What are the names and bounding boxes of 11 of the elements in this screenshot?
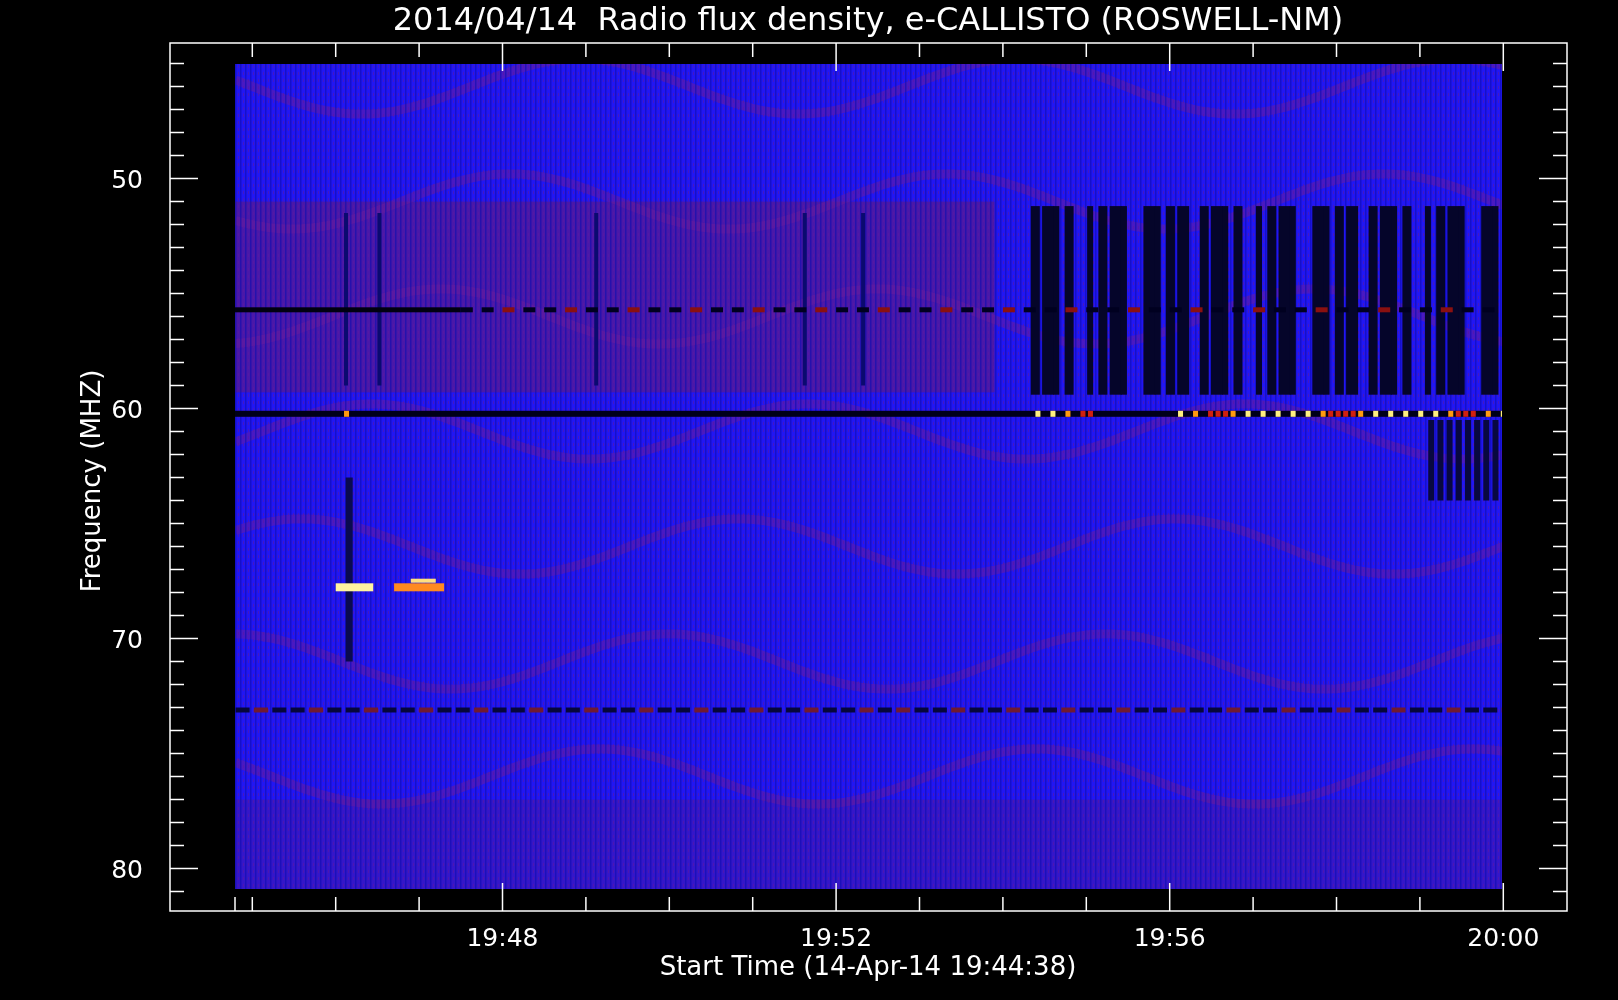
tick-label: 70 [111, 624, 143, 654]
chart-title: 2014/04/14 Radio flux density, e-CALLISTO (ROSWELL-NM) [392, 0, 1344, 38]
axis-label: Frequency (MHZ) [76, 369, 106, 593]
tick-label: 50 [111, 164, 143, 194]
tick-label: 19:56 [1133, 923, 1206, 952]
axis-label: Start Time (14-Apr-14 19:44:38) [659, 951, 1077, 981]
tick-label: 19:48 [466, 923, 539, 952]
tick-label: 60 [111, 394, 143, 424]
tick-label: 80 [111, 854, 143, 884]
tick-label: 20:00 [1467, 923, 1540, 952]
tick-label: 19:52 [800, 923, 873, 952]
